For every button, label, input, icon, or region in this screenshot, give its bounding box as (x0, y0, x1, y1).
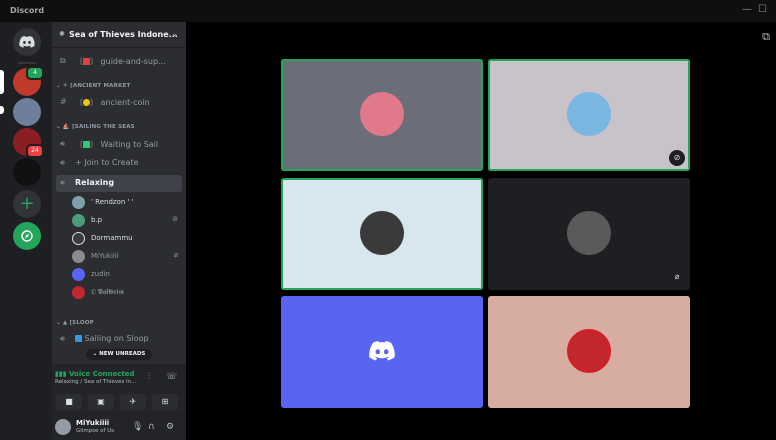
server-icon-4[interactable] (13, 158, 41, 186)
channel-name: ancient-coin (100, 98, 150, 107)
category-sloop[interactable]: ⌄ ▲ [SLOOP (56, 320, 94, 326)
voice-member[interactable]: Dormammu (72, 231, 182, 247)
hashtag-icon: # (60, 97, 67, 106)
popout-icon[interactable]: ⧉ (762, 30, 770, 44)
channel-ancient-coin[interactable]: # 〔〕 ancient-coin (56, 94, 182, 111)
server-rail: 4 24 + (0, 22, 52, 440)
channel-name: Sailing on Sloop (84, 334, 149, 343)
voice-location: Relaxing / Sea of Thieves In... (55, 379, 137, 385)
avatar (567, 329, 611, 373)
server-icon-1[interactable]: 4 (13, 66, 44, 96)
server-name: Sea of Thieves Indone... (69, 30, 178, 39)
avatar (567, 211, 611, 255)
avatar[interactable] (55, 419, 71, 435)
speaker-icon: 🔊︎ (60, 139, 66, 148)
headphones-icon[interactable]: ∩ (148, 422, 155, 432)
add-server-button[interactable]: + (13, 190, 41, 218)
gear-icon[interactable]: ⚙ (166, 422, 174, 432)
voice-status[interactable]: ▮▮▮ Voice Connected (55, 370, 135, 378)
unread-indicator (0, 106, 4, 114)
voice-connected-panel: ▮▮▮ Voice Connected Relaxing / Sea of Th… (52, 364, 186, 414)
explore-servers-button[interactable] (13, 222, 41, 250)
soundboard-button[interactable]: ⊞ (152, 394, 178, 410)
tile-member-4[interactable]: ⌀ (488, 178, 690, 290)
voice-member[interactable]: MiYukiiii ⌀ (72, 249, 182, 265)
muted-icon: ⌀ (669, 269, 685, 285)
deafened-icon: ⊘ (669, 150, 685, 166)
boat-icon (83, 141, 90, 148)
forum-icon: ⧉ (60, 56, 66, 65)
channel-guide[interactable]: ⧉ 〔〕 guide-and-sup... (56, 53, 182, 70)
avatar (567, 92, 611, 136)
deafened-icon: ⊘ (172, 215, 178, 223)
channel-name: guide-and-sup... (100, 57, 166, 66)
active-server-indicator (0, 70, 4, 94)
avatar (72, 268, 85, 281)
screen-share-button[interactable]: ▣ (88, 394, 114, 410)
channel-sidebar: ✺ Sea of Thieves Indone... ⌄ ⧉ 〔〕 guide-… (52, 22, 186, 440)
channel-waiting-to-sail[interactable]: 🔊︎ 〔〕 Waiting to Sail (56, 136, 182, 153)
chevron-down-icon: ⌄ (171, 29, 178, 38)
discord-logo-icon (369, 341, 395, 361)
disconnect-icon[interactable]: ☏ (166, 372, 177, 382)
avatar (72, 196, 85, 209)
channel-name: Waiting to Sail (100, 140, 159, 149)
server-badge: 24 (26, 144, 44, 158)
user-panel: MiYukiiii Glimpse of Us 🎙︎ ∩ ⚙ (52, 414, 186, 440)
microphone-icon[interactable]: 🎙︎ (132, 422, 143, 432)
speaker-icon: 🔊︎ (60, 334, 66, 343)
rail-separator (18, 62, 36, 64)
tile-member-5[interactable] (281, 296, 483, 408)
channel-relaxing[interactable]: 🔊︎ Relaxing (56, 175, 182, 192)
activity-button[interactable]: ✈ (120, 394, 146, 410)
compass-icon (21, 230, 33, 242)
voice-member[interactable]: ' Rendzon ' ' (72, 195, 182, 211)
book-icon (83, 58, 90, 65)
muted-icon: ⌀ (173, 251, 178, 259)
home-button[interactable] (13, 28, 41, 56)
voice-stage: ⧉ ⊘ ⌀ (186, 22, 776, 440)
avatar (72, 286, 85, 299)
server-badge: 4 (26, 66, 44, 80)
channel-name: Join to Create (84, 158, 139, 167)
noise-suppression-icon[interactable]: ⫶ (148, 372, 150, 382)
channel-join-to-create[interactable]: 🔊︎ + Join to Create (56, 155, 182, 172)
maximize-button[interactable]: ☐ (758, 4, 767, 15)
title-bar: Discord — ☐ (0, 0, 776, 22)
discord-logo-icon (19, 36, 35, 48)
ship-icon (75, 335, 82, 342)
server-header[interactable]: ✺ Sea of Thieves Indone... ⌄ (52, 22, 186, 48)
avatar (360, 211, 404, 255)
avatar (72, 250, 85, 263)
speaker-icon: 🔊︎ (60, 178, 66, 187)
tile-member-1[interactable] (281, 59, 483, 171)
avatar (72, 214, 85, 227)
voice-member[interactable]: zudin (72, 267, 182, 283)
tile-member-3[interactable] (281, 178, 483, 290)
channel-sailing-on-sloop[interactable]: 🔊︎ Sailing on Sloop (56, 331, 182, 348)
username: MiYukiiii (76, 419, 110, 427)
category-sailing-the-seas[interactable]: ⌄ ⛵ [SAILING THE SEAS (56, 124, 135, 130)
speaker-icon: 🔊︎ (60, 158, 66, 167)
avatar (72, 232, 85, 245)
server-boost-icon: ✺ (59, 30, 65, 38)
channel-name: Relaxing (75, 178, 115, 187)
coin-icon (83, 99, 90, 106)
custom-status: Glimpse of Us (76, 428, 115, 434)
voice-member[interactable]: 𝕺 𝖁𝖆𝖑𝕲𝖗𝖎𝖒 (72, 285, 182, 301)
app-title: Discord (10, 6, 45, 15)
voice-member[interactable]: b.p ⊘ (72, 213, 182, 229)
avatar (360, 92, 404, 136)
minimize-button[interactable]: — (742, 4, 752, 15)
server-icon-3[interactable]: 24 (13, 128, 44, 158)
tile-member-2[interactable]: ⊘ (488, 59, 690, 171)
category-ancient-market[interactable]: ⌄ ⚜ [ANCIENT MARKET (56, 83, 130, 89)
tile-member-6[interactable] (488, 296, 690, 408)
new-unreads-button[interactable]: ⌄ NEW UNREADS (86, 349, 152, 360)
camera-button[interactable]: ■ (56, 394, 82, 410)
server-icon-2[interactable] (13, 98, 41, 126)
